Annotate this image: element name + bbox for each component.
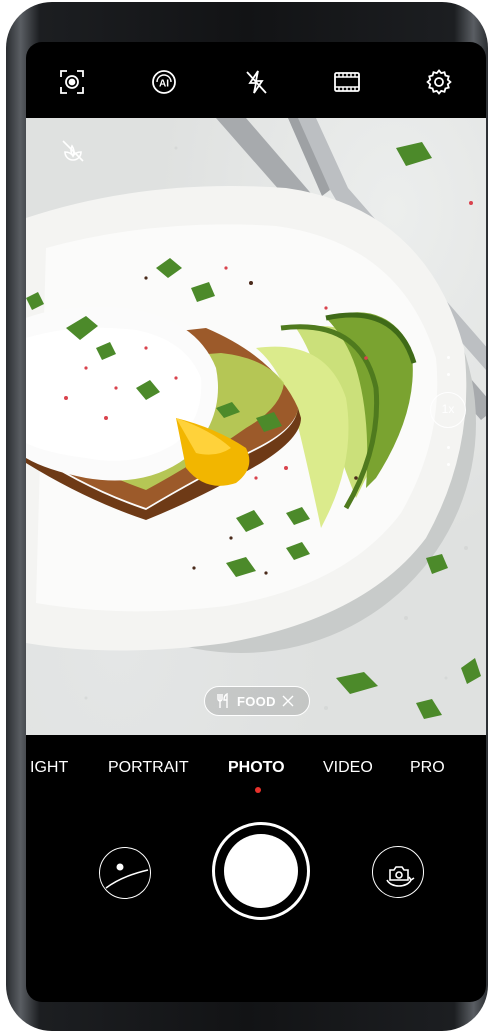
zoom-track-dot <box>447 446 450 449</box>
flash-off-icon[interactable] <box>242 68 270 96</box>
active-mode-indicator <box>255 787 261 793</box>
zoom-track-dot <box>447 356 450 359</box>
mode-portrait[interactable]: PORTRAIT <box>108 759 189 777</box>
shutter-button[interactable] <box>212 822 310 920</box>
viewfinder[interactable]: 1x FOOD <box>26 118 486 735</box>
zoom-level-button[interactable]: 1x <box>430 392 466 428</box>
camera-toolbar: AI <box>26 42 486 118</box>
viewfinder-scene-image <box>26 118 486 719</box>
scene-recognition-chip[interactable]: FOOD <box>204 686 310 716</box>
close-icon[interactable] <box>282 695 294 707</box>
mode-video[interactable]: VIDEO <box>323 759 373 777</box>
mode-night[interactable]: IGHT <box>30 759 68 777</box>
scene-label: FOOD <box>237 693 276 709</box>
mode-selector[interactable]: IGHT PORTRAIT PHOTO VIDEO PRO <box>26 759 486 785</box>
phone-frame: AI 1x FOOD IGHT PORTRAIT PHOTO VIDEO PRO <box>6 2 488 1031</box>
switch-camera-button[interactable] <box>372 846 424 898</box>
macro-off-icon[interactable] <box>60 138 86 164</box>
settings-icon[interactable] <box>425 68 453 96</box>
mode-pro[interactable]: PRO <box>410 759 445 777</box>
ai-icon[interactable]: AI <box>150 68 178 96</box>
zoom-track-dot <box>447 463 450 466</box>
shutter-inner <box>224 834 298 908</box>
camera-screen: AI 1x FOOD IGHT PORTRAIT PHOTO VIDEO PRO <box>26 42 486 1002</box>
zoom-track-dot <box>447 373 450 376</box>
mode-photo[interactable]: PHOTO <box>228 759 285 777</box>
switch-camera-icon <box>386 866 415 887</box>
fork-knife-icon <box>217 693 228 708</box>
svg-text:AI: AI <box>159 79 169 90</box>
gallery-thumbnail-button[interactable] <box>99 847 151 899</box>
gallery-icon <box>105 863 149 889</box>
ai-stabilize-icon[interactable] <box>58 68 86 96</box>
aspect-ratio-icon[interactable] <box>333 68 361 96</box>
